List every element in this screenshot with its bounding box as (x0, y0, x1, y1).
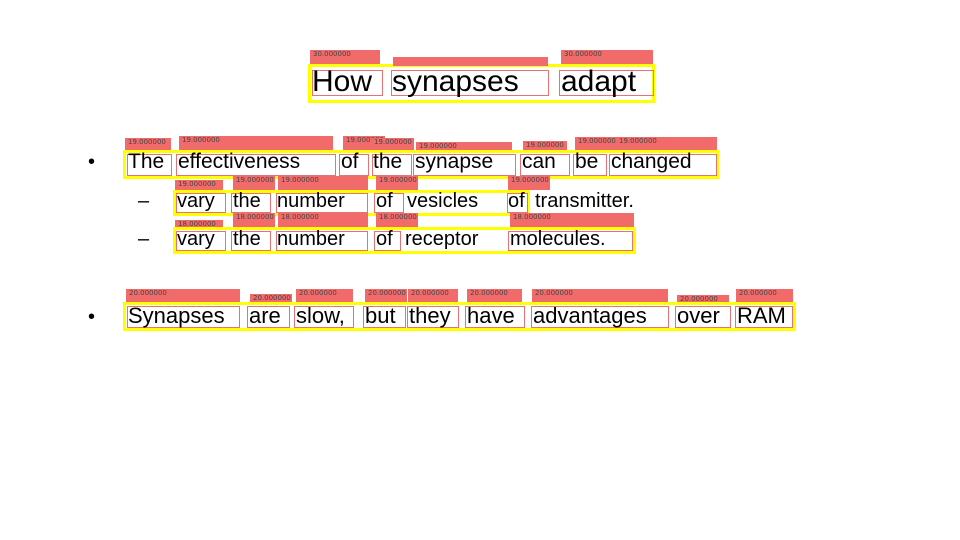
line1-size-tag: 19.000000 (371, 138, 414, 150)
line2-word: of (376, 190, 393, 212)
title-size-tag: 30.000000 (310, 50, 380, 64)
line4-word: over (677, 303, 720, 328)
line4-word: slow, (296, 303, 345, 328)
line3-word: of (376, 228, 393, 250)
line1-word: synapse (415, 150, 494, 173)
line4-size-tag: 20.000000 (126, 289, 240, 302)
line4-size-tag: 20.000000 (365, 289, 407, 302)
line2-size-tag: 19.000000 (175, 180, 223, 190)
line3-word: vary (177, 228, 215, 250)
line4-word: RAM (737, 303, 786, 328)
bullet-icon: • (88, 151, 96, 173)
line4-size-tag: 20.000000 (296, 289, 353, 302)
line1-word: the (373, 150, 403, 173)
title-size-tag: 30.000000 (561, 50, 653, 64)
line1-word: effectiveness (178, 150, 301, 173)
line3-word: number (277, 228, 345, 250)
line2-size-tag: 19.000000 (376, 176, 418, 190)
line1-size-tag: 19.000000 (416, 142, 512, 150)
line4-word: have (467, 303, 515, 328)
line3-size-tag: 18.000000 (278, 213, 368, 227)
line3-size-tag: 18.000000 (376, 213, 418, 227)
line3-size-tag: 18.000000 (510, 213, 634, 227)
line3-word: receptor (405, 228, 479, 250)
line1-size-tag: 19.000000 (616, 137, 717, 150)
line1-word: of (341, 150, 359, 173)
line4-size-tag: 20.000000 (736, 289, 793, 302)
line4-word: they (409, 303, 451, 328)
line4-size-tag: 20.000000 (532, 289, 668, 302)
line1-size-tag: 19.000000 (125, 138, 171, 150)
line1-size-tag: 19.000000 (179, 136, 333, 150)
dash-icon: – (138, 228, 150, 250)
line1-word: be (575, 150, 599, 173)
bullet-icon: • (88, 306, 96, 328)
line2-size-tag: 19.000000 (508, 176, 550, 190)
line2-word: of (508, 190, 525, 212)
line1-size-tag: 19.000000 (523, 141, 567, 150)
line2-size-tag: 19.000000 (278, 176, 368, 190)
line4-word: advantages (533, 303, 647, 328)
line4-word: are (249, 303, 281, 328)
line4-size-tag: 20.000000 (677, 295, 729, 302)
line1-size-tag: 19.000000 (575, 137, 617, 150)
line4-word: Synapses (128, 303, 225, 328)
title-word: adapt (561, 65, 637, 98)
line2-size-tag: 19.000000 (233, 176, 275, 190)
line2-word: vesicles (407, 190, 479, 212)
line3-size-tag: 18.000000 (175, 220, 223, 227)
line1-word: The (128, 150, 165, 173)
line3-size-tag: 18.000000 (233, 213, 275, 227)
line1-word: can (522, 150, 556, 173)
line4-size-tag: 20.000000 (408, 289, 458, 302)
line4-size-tag: 20.000000 (467, 289, 522, 302)
line2-word: vary (177, 190, 215, 212)
line3-word: the (233, 228, 261, 250)
title-word: How (312, 65, 373, 98)
line4-size-tag: 20.000000 (250, 294, 292, 302)
line2-word: number (277, 190, 345, 212)
line1-word: changed (611, 150, 692, 173)
line2-word: the (233, 190, 261, 212)
line3-word: molecules. (510, 228, 606, 250)
dash-icon: – (138, 190, 150, 212)
line2-word: transmitter. (535, 190, 634, 212)
line4-word: but (365, 303, 396, 328)
title-word: synapses (392, 65, 519, 98)
